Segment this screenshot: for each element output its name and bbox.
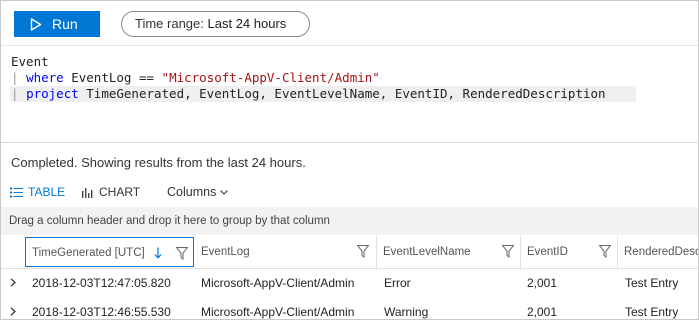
cell-eventid: 2,001 <box>527 305 558 319</box>
tab-chart[interactable]: CHART <box>82 185 140 199</box>
cell-eventlevelname: Warning <box>384 305 429 319</box>
columns-label: Columns <box>167 185 217 199</box>
column-header-eventlog[interactable]: EventLog <box>195 236 377 268</box>
group-by-drop-zone[interactable]: Drag a column header and drop it here to… <box>1 207 698 235</box>
column-header-label: EventLevelName <box>383 246 471 258</box>
columns-dropdown[interactable]: Columns <box>167 185 229 199</box>
expand-row-icon[interactable] <box>10 278 16 287</box>
cell-eventlog: Microsoft-AppV-Client/Admin <box>201 305 355 319</box>
play-icon <box>30 17 42 31</box>
filter-icon[interactable] <box>502 245 514 258</box>
filter-icon[interactable] <box>357 245 369 258</box>
column-header-eventlevelname[interactable]: EventLevelName <box>377 236 521 268</box>
query-line-1: Event <box>11 54 49 69</box>
column-header-label: RenderedDesc <box>624 246 698 258</box>
results-status: Completed. Showing results from the last… <box>11 155 306 170</box>
run-button[interactable]: Run <box>14 11 100 37</box>
cell-timegenerated: 2018-12-03T12:47:05.820 <box>32 276 171 290</box>
cell-eventid: 2,001 <box>527 276 558 290</box>
column-header-timegenerated[interactable]: TimeGenerated [UTC] <box>25 237 194 267</box>
sort-descending-icon[interactable] <box>154 247 162 259</box>
cell-rendereddescription: Test Entry <box>625 276 679 290</box>
column-header-rendereddescription[interactable]: RenderedDesc <box>618 236 698 268</box>
table-icon <box>10 187 23 197</box>
cell-timegenerated: 2018-12-03T12:46:55.530 <box>32 305 171 319</box>
query-toolbar: Run Time range: Last 24 hours <box>1 1 698 46</box>
bar-chart-icon <box>82 187 93 198</box>
cell-eventlog: Microsoft-AppV-Client/Admin <box>201 276 355 290</box>
cell-rendereddescription: Test Entry <box>625 305 679 319</box>
tab-table-label: TABLE <box>28 185 66 199</box>
time-range-picker[interactable]: Time range: Last 24 hours <box>121 11 310 37</box>
table-row[interactable]: 2018-12-03T12:46:55.530 Microsoft-AppV-C… <box>1 298 698 319</box>
results-pane: Completed. Showing results from the last… <box>1 142 698 319</box>
column-header-eventid[interactable]: EventID <box>521 236 618 268</box>
cell-eventlevelname: Error <box>384 276 411 290</box>
query-editor[interactable]: Event | where EventLog == "Microsoft-App… <box>1 46 698 141</box>
query-line-2: | where EventLog == "Microsoft-AppV-Clie… <box>11 70 380 85</box>
time-range-label: Time range: <box>135 16 204 31</box>
column-header-label: TimeGenerated [UTC] <box>32 247 145 259</box>
table-row[interactable]: 2018-12-03T12:47:05.820 Microsoft-AppV-C… <box>1 269 698 298</box>
tab-table[interactable]: TABLE <box>10 185 65 199</box>
chevron-down-icon <box>220 189 229 195</box>
filter-icon[interactable] <box>176 247 188 260</box>
results-grid-header: TimeGenerated [UTC] EventLog EventLevelN… <box>1 236 698 269</box>
filter-icon[interactable] <box>599 245 611 258</box>
expand-row-icon[interactable] <box>10 307 16 316</box>
time-range-value: Last 24 hours <box>207 16 287 31</box>
query-line-3: | project TimeGenerated, EventLog, Event… <box>10 86 636 102</box>
results-view-tabs: TABLE CHART Columns <box>1 177 698 205</box>
log-query-window: Run Time range: Last 24 hours Event | wh… <box>0 0 699 320</box>
tab-chart-label: CHART <box>99 185 141 199</box>
column-header-label: EventID <box>527 246 568 258</box>
column-header-label: EventLog <box>201 246 250 258</box>
run-button-label: Run <box>52 16 78 32</box>
